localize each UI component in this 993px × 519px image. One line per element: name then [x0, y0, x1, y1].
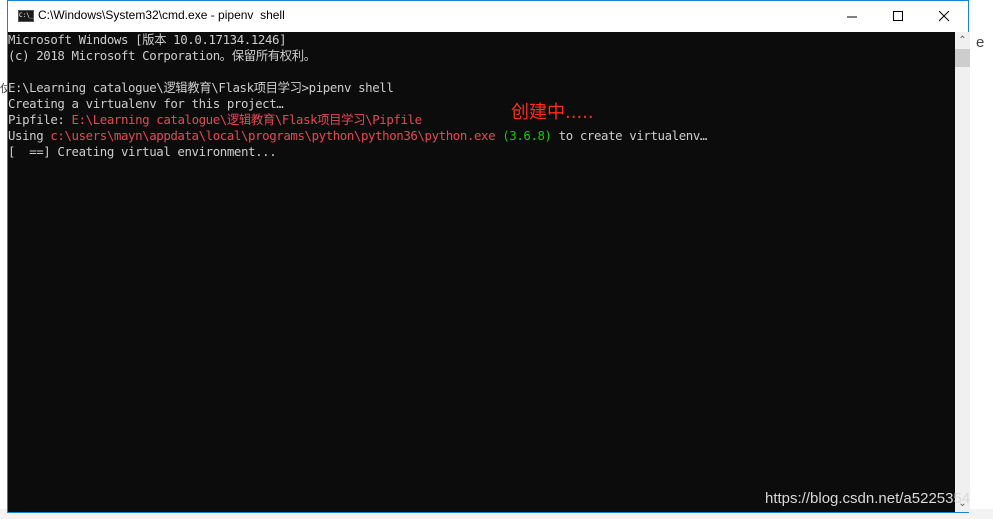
console-line: E:\Learning catalogue\逻辑教育\Flask项目学习>pip…: [8, 80, 394, 96]
cmd-app-icon[interactable]: C:\_: [18, 10, 34, 22]
console-text-segment: Using: [8, 128, 51, 143]
console-line: Using c:\users\mayn\appdata\local\progra…: [8, 128, 707, 144]
console-text-segment: Pipfile:: [8, 112, 72, 127]
maximize-button[interactable]: [875, 1, 921, 31]
console-text-segment: E:\Learning catalogue\逻辑教育\Flask项目学习>pip…: [8, 80, 394, 95]
console-text-segment: Microsoft Windows [版本 10.0.17134.1246]: [8, 32, 287, 47]
console-line: Microsoft Windows [版本 10.0.17134.1246]: [8, 32, 287, 48]
title-bar[interactable]: C:\_ C:\Windows\System32\cmd.exe - pipen…: [8, 1, 968, 32]
close-button[interactable]: [921, 1, 967, 31]
console-line: Pipfile: E:\Learning catalogue\逻辑教育\Flas…: [8, 112, 422, 128]
console-line: (c) 2018 Microsoft Corporation。保留所有权利。: [8, 48, 316, 64]
console-text-segment: (3.6.8): [495, 128, 552, 143]
console-output[interactable]: 创建中..... Microsoft Windows [版本 10.0.1713…: [8, 32, 955, 512]
scroll-up-arrow-icon[interactable]: ⌃: [955, 32, 970, 49]
background-text-fragment: e: [976, 34, 985, 51]
minimize-button[interactable]: [829, 1, 875, 31]
annotation-creating: 创建中.....: [511, 102, 594, 123]
console-text-segment: E:\Learning catalogue\逻辑教育\Flask项目学习\Pip…: [71, 112, 422, 127]
console-text-segment: Creating a virtualenv for this project…: [8, 96, 284, 111]
console-line: Creating a virtualenv for this project…: [8, 96, 284, 112]
window-title: C:\Windows\System32\cmd.exe - pipenv she…: [38, 8, 285, 22]
console-text-segment: (c) 2018 Microsoft Corporation。保留所有权利。: [8, 48, 316, 63]
console-text-segment: to create virtualenv…: [551, 128, 708, 143]
console-line: [ ==] Creating virtual environment...: [8, 144, 277, 160]
cmd-window: C:\_ C:\Windows\System32\cmd.exe - pipen…: [7, 0, 970, 513]
maximize-icon: [892, 10, 903, 21]
background-page-right: [969, 0, 993, 519]
vertical-scrollbar[interactable]: ⌃ ⌄: [955, 32, 970, 512]
console-text-segment: c:\users\mayn\appdata\local\programs\pyt…: [50, 128, 496, 143]
minimize-icon: [846, 16, 857, 17]
scroll-thumb[interactable]: [955, 49, 970, 67]
console-text-segment: [ ==] Creating virtual environment...: [8, 144, 277, 159]
watermark: https://blog.csdn.net/a5225354: [765, 490, 971, 507]
close-icon: [938, 10, 949, 21]
